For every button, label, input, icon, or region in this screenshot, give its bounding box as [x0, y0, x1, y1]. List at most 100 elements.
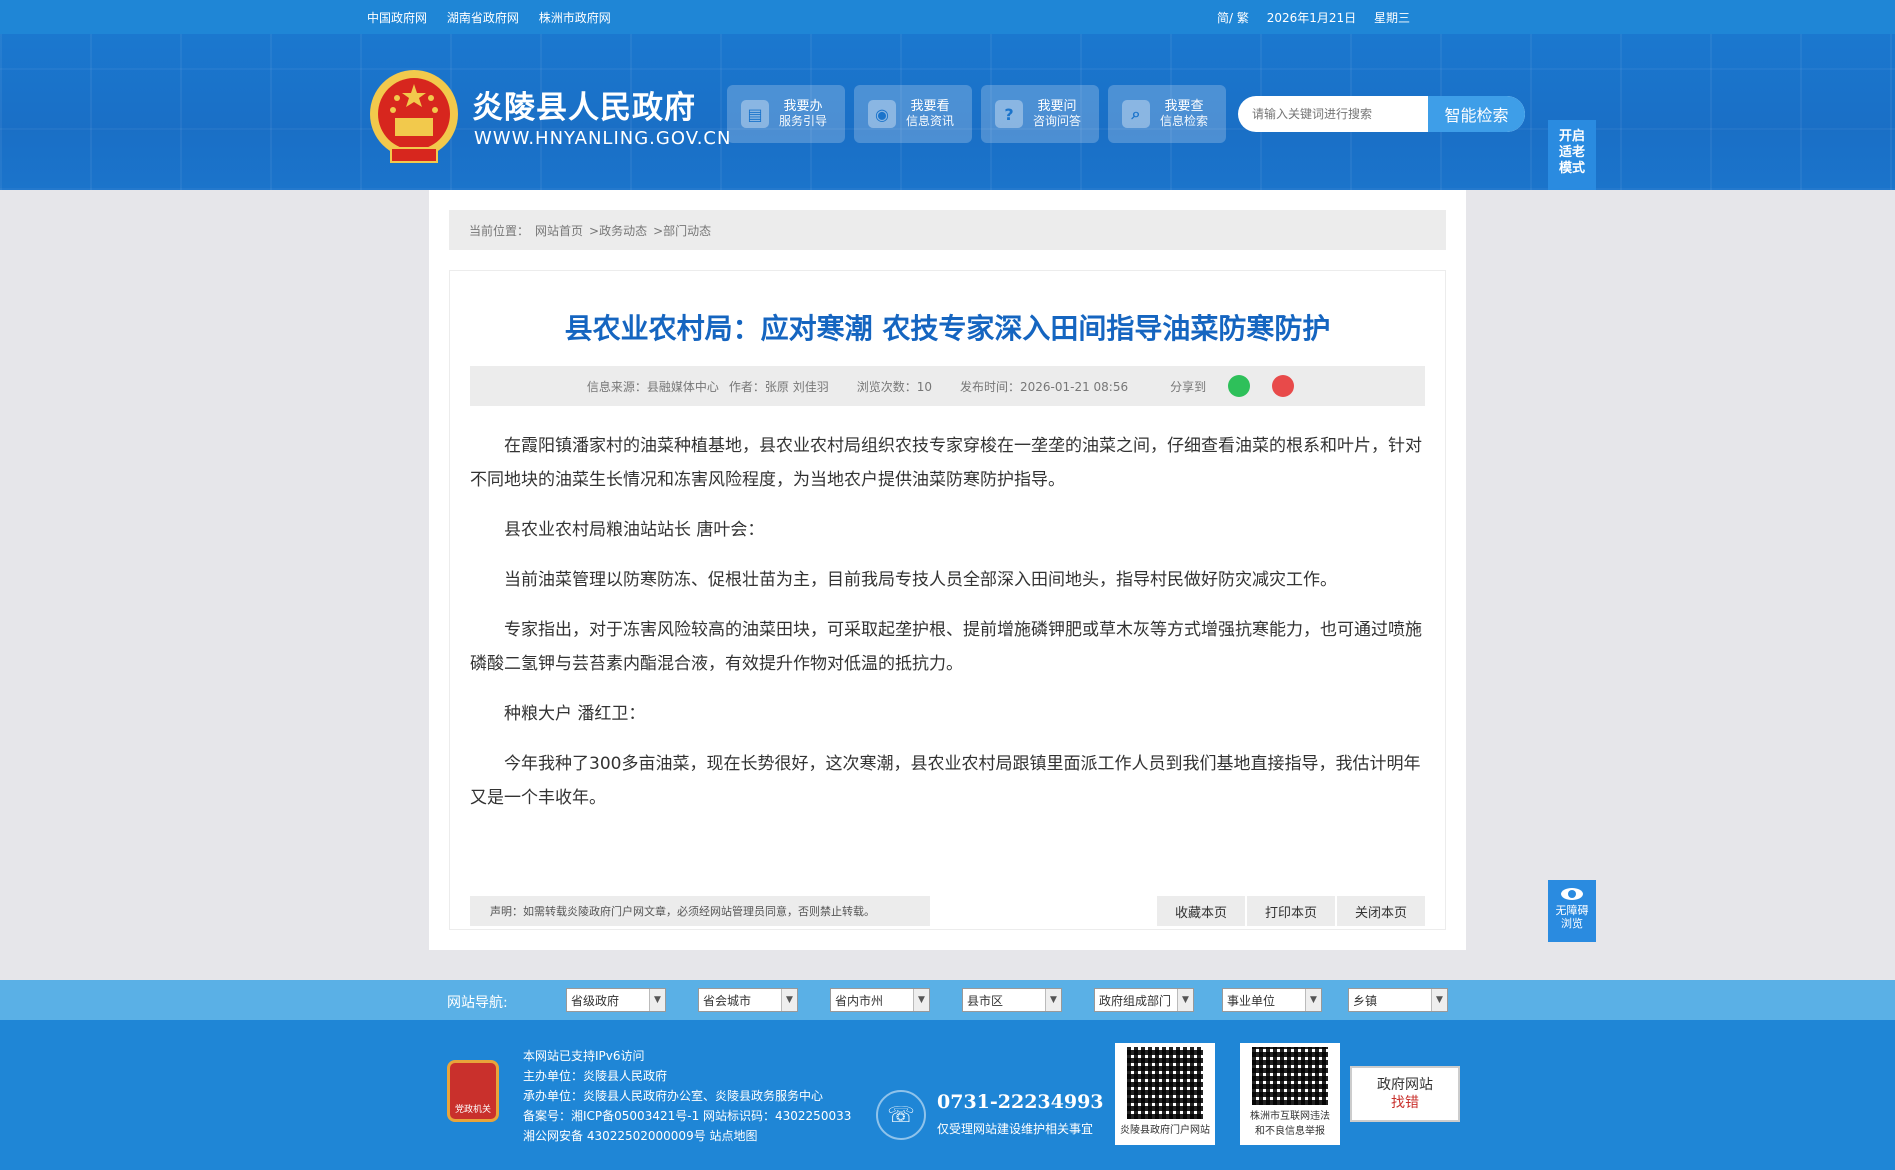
select-departments[interactable]: 政府组成部门 ▼ — [1094, 988, 1194, 1012]
article-meta: 信息来源：县融媒体中心 作者：张原 刘佳羽 浏览次数：10 发布时间：2026-… — [470, 366, 1425, 406]
footer-line: 主办单位：炎陵县人民政府 — [523, 1069, 668, 1083]
jiucuo-line2: 找错 — [1391, 1095, 1419, 1111]
site-nav: 网站导航: 省级政府 ▼ 省会城市 ▼ 省内市州 ▼ 县市区 ▼ 政府组成部门 ▼ 事业单… — [0, 980, 1895, 1020]
qr-caption: 炎陵县政府门户网站 — [1120, 1125, 1210, 1136]
service-sub: 咨询问答 — [1033, 114, 1082, 128]
service-kan-button[interactable]: ◉ 我要看 信息资讯 — [854, 85, 972, 143]
select-towns[interactable]: 乡镇 ▼ — [1348, 988, 1448, 1012]
close-page-button[interactable]: 关闭本页 — [1335, 896, 1425, 926]
eye-icon — [1561, 888, 1583, 900]
share-label: 分享到 — [1170, 379, 1207, 394]
breadcrumb: 当前位置： 网站首页 >政务动态 >部门动态 — [449, 210, 1446, 250]
bookmark-button[interactable]: 收藏本页 — [1155, 896, 1245, 926]
breadcrumb-home[interactable]: 网站首页 — [535, 222, 583, 239]
select-value: 乡镇 — [1353, 993, 1378, 1008]
article-body: 在霞阳镇潘家村的油菜种植基地，县农业农村局组织农技专家穿梭在一垄垄的油菜之间，仔… — [470, 429, 1425, 831]
document-icon: ▤ — [741, 100, 769, 128]
footer-line: 备案号：湘ICP备05003421号-1 网站标识码：4302250033 — [523, 1109, 852, 1123]
top-bar: 中国政府网 湖南省政府网 株洲市政府网 简/ 繁 2026年1月21日 星期三 — [0, 0, 1895, 34]
footer: 党政机关 本网站已支持IPv6访问 主办单位：炎陵县人民政府 承办单位：炎陵县人… — [0, 1020, 1895, 1170]
accessibility-button[interactable]: 无障碍浏览 — [1548, 880, 1596, 942]
weekday-text: 星期三 — [1373, 10, 1410, 25]
chevron-down-icon: ▼ — [649, 989, 665, 1011]
service-title: 我要办 — [783, 99, 823, 114]
header: 炎陵县人民政府 WWW.HNYANLING.GOV.CN ▤ 我要办 服务引导 ◉… — [0, 34, 1895, 190]
select-value: 省级政府 — [571, 993, 620, 1008]
phone-icon: ☏ — [876, 1090, 926, 1140]
footer-info: 本网站已支持IPv6访问 主办单位：炎陵县人民政府 承办单位：炎陵县人民政府办公… — [523, 1046, 851, 1146]
article-title: 县农业农村局：应对寒潮 农技专家深入田间指导油菜防寒防护 — [564, 312, 1331, 345]
service-banli-button[interactable]: ▤ 我要办 服务引导 — [727, 85, 845, 143]
paragraph: 当前油菜管理以防寒防冻、促根壮苗为主，目前我局专技人员全部深入田间地头，指导村民… — [504, 570, 1337, 590]
select-institutions[interactable]: 事业单位 ▼ — [1222, 988, 1322, 1012]
select-value: 省会城市 — [703, 993, 752, 1008]
footer-line: 承办单位：炎陵县人民政府办公室、炎陵县政务服务中心 — [523, 1089, 824, 1103]
select-value: 省内市州 — [835, 993, 884, 1008]
question-icon: ? — [995, 100, 1023, 128]
select-provincial-gov[interactable]: 省级政府 ▼ — [566, 988, 666, 1012]
badge-label: 党政机关 — [454, 1105, 491, 1115]
link-china-gov[interactable]: 中国政府网 — [367, 11, 427, 25]
phone-number: 0731-22234993 — [937, 1091, 1104, 1113]
service-sub: 信息资讯 — [906, 114, 955, 128]
qr-code-icon — [1252, 1047, 1328, 1105]
qr-code-icon — [1127, 1047, 1203, 1119]
chevron-down-icon: ▼ — [1305, 989, 1321, 1011]
national-emblem-icon — [370, 70, 458, 163]
lang-switch[interactable]: 简/ 繁 — [1217, 11, 1249, 25]
paragraph: 县农业农村局粮油站站长 唐叶会： — [504, 520, 765, 540]
chevron-down-icon: ▼ — [781, 989, 797, 1011]
chevron-down-icon: ▼ — [913, 989, 929, 1011]
breadcrumb-label: 当前位置： — [469, 223, 530, 238]
party-gov-badge-icon[interactable]: 党政机关 — [447, 1060, 499, 1122]
select-value: 县市区 — [967, 993, 1004, 1008]
qr-caption: 株洲市互联网违法和不良信息举报 — [1250, 1111, 1330, 1137]
qr-code-site: 炎陵县政府门户网站 — [1115, 1043, 1215, 1145]
phone-note: 仅受理网站建设维护相关事宜 — [937, 1122, 1094, 1136]
elder-mode-button[interactable]: 开启适老模式 — [1548, 120, 1596, 190]
meta-time: 发布时间：2026-01-21 08:56 — [959, 379, 1129, 394]
service-title: 我要问 — [1037, 99, 1077, 114]
footer-line: 湘公网安备 43022502000009号 站点地图 — [523, 1129, 758, 1143]
date-text: 2026年1月21日 — [1266, 10, 1357, 25]
paragraph: 今年我种了300多亩油菜，现在长势很好，这次寒潮，县农业农村局跟镇里面派工作人员… — [470, 754, 1421, 808]
select-capital-cities[interactable]: 省会城市 ▼ — [698, 988, 798, 1012]
site-nav-label: 网站导航: — [447, 995, 508, 1011]
declaration: 声明：如需转载炎陵政府门户网文章，必须经网站管理员同意，否则禁止转载。 — [470, 896, 930, 926]
link-hunan-gov[interactable]: 湖南省政府网 — [447, 11, 519, 25]
search-box: 智能检索 — [1238, 96, 1525, 132]
select-value: 事业单位 — [1227, 993, 1276, 1008]
elder-mode-label: 开启适老模式 — [1558, 129, 1585, 176]
select-cities[interactable]: 省内市州 ▼ — [830, 988, 930, 1012]
chevron-down-icon: ▼ — [1431, 989, 1447, 1011]
report-error-button[interactable]: 政府网站 找错 — [1350, 1066, 1460, 1122]
meta-source: 信息来源：县融媒体中心 — [586, 379, 719, 394]
service-sub: 服务引导 — [779, 114, 828, 128]
breadcrumb-news[interactable]: >政务动态 — [589, 222, 647, 239]
weibo-icon[interactable] — [1272, 375, 1295, 397]
paragraph: 在霞阳镇潘家村的油菜种植基地，县农业农村局组织农技专家穿梭在一垄垄的油菜之间，仔… — [470, 436, 1422, 490]
search-button[interactable]: 智能检索 — [1428, 96, 1525, 132]
article: 县农业农村局：应对寒潮 农技专家深入田间指导油菜防寒防护 信息来源：县融媒体中心… — [449, 270, 1446, 930]
link-zhuzhou-gov[interactable]: 株洲市政府网 — [539, 11, 611, 25]
footer-line: 本网站已支持IPv6访问 — [523, 1049, 645, 1063]
top-right: 简/ 繁 2026年1月21日 星期三 — [1203, 9, 1410, 26]
select-counties[interactable]: 县市区 ▼ — [962, 988, 1062, 1012]
service-sub: 信息检索 — [1160, 114, 1209, 128]
service-cha-button[interactable]: ⌕ 我要查 信息检索 — [1108, 85, 1226, 143]
service-title: 我要看 — [910, 99, 950, 114]
breadcrumb-dept[interactable]: >部门动态 — [653, 222, 711, 239]
print-button[interactable]: 打印本页 — [1245, 896, 1335, 926]
meta-views: 浏览次数：10 — [856, 379, 932, 394]
site-title[interactable]: 炎陵县人民政府 — [472, 82, 696, 127]
paragraph: 种粮大户 潘红卫： — [504, 704, 646, 724]
share-area: 分享到 — [1156, 375, 1308, 397]
chevron-down-icon: ▼ — [1177, 989, 1193, 1011]
search-input[interactable] — [1238, 96, 1428, 132]
eye-icon: ◉ — [868, 100, 896, 128]
accessibility-label: 无障碍浏览 — [1555, 904, 1589, 930]
select-value: 政府组成部门 — [1099, 993, 1172, 1008]
service-wen-button[interactable]: ? 我要问 咨询问答 — [981, 85, 1099, 143]
site-url: WWW.HNYANLING.GOV.CN — [474, 128, 732, 149]
wechat-icon[interactable] — [1228, 375, 1251, 397]
